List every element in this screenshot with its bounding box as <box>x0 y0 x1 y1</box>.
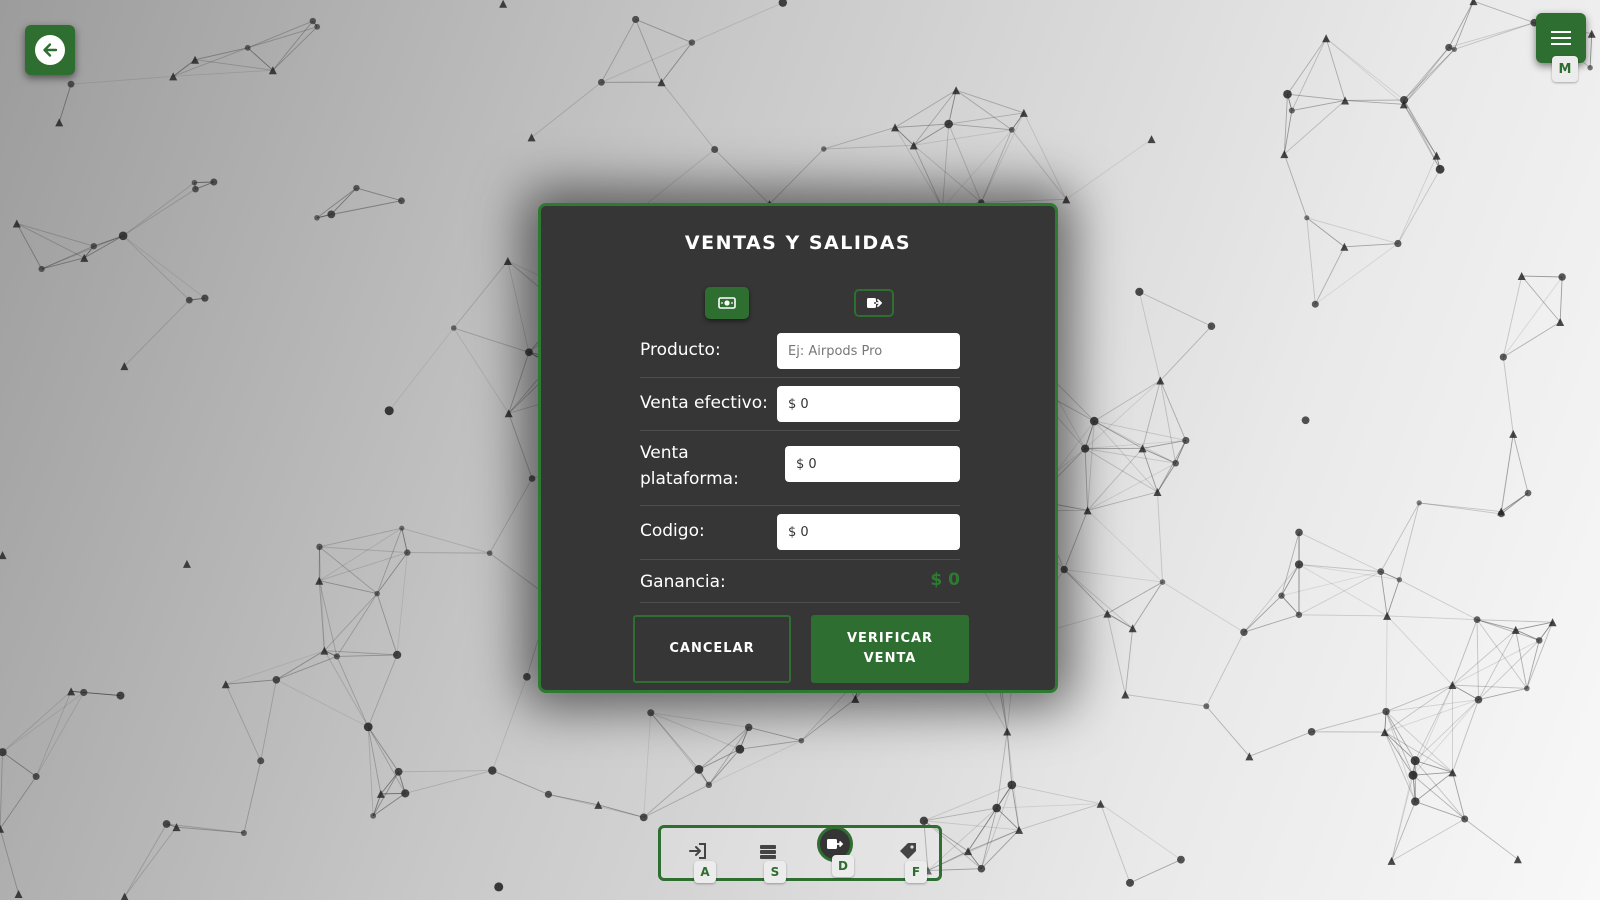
modal-title: VENTAS Y SALIDAS <box>684 232 912 254</box>
stack-icon <box>760 845 776 859</box>
sales-modal: VENTAS Y SALIDAS Producto: Venta efectiv… <box>538 203 1058 693</box>
cancel-button[interactable]: CANCELAR <box>633 615 791 683</box>
venta-efectivo-label: Venta efectivo: <box>640 393 768 413</box>
field-row-venta-plataforma: Venta plataforma: <box>640 439 960 506</box>
shortcut-badge-a: A <box>694 861 716 883</box>
arrow-left-icon <box>35 35 65 65</box>
venta-plataforma-input[interactable] <box>785 446 960 482</box>
hamburger-menu-icon <box>1551 31 1571 45</box>
field-row-ganancia: Ganancia: $ 0 <box>640 568 960 603</box>
back-button[interactable] <box>25 25 75 75</box>
codigo-label: Codigo: <box>640 521 705 541</box>
verify-sale-button[interactable]: VERIFICAR VENTA <box>811 615 969 683</box>
producto-input[interactable] <box>777 333 960 369</box>
venta-plataforma-label: Venta plataforma: <box>640 443 739 489</box>
shortcut-badge-s: S <box>764 861 786 883</box>
producto-label: Producto: <box>640 340 721 360</box>
shortcut-badge-f: F <box>905 861 927 883</box>
exit-icon <box>867 298 882 308</box>
mode-sales-button[interactable] <box>705 287 749 319</box>
ganancia-label: Ganancia: <box>640 572 726 592</box>
field-row-codigo: Codigo: <box>640 514 960 560</box>
bottom-nav-bar: A S D F <box>658 825 942 883</box>
codigo-input[interactable] <box>777 514 960 550</box>
menu-shortcut-badge: M <box>1552 56 1578 82</box>
mode-exit-button[interactable] <box>854 289 894 317</box>
ganancia-value: $ 0 <box>930 570 960 590</box>
exit-icon <box>827 839 844 849</box>
field-row-producto: Producto: <box>640 333 960 378</box>
shortcut-badge-d: D <box>832 855 854 877</box>
venta-efectivo-input[interactable] <box>777 386 960 422</box>
money-icon <box>718 297 736 309</box>
field-row-venta-efectivo: Venta efectivo: <box>640 386 960 431</box>
login-icon <box>689 843 706 859</box>
tag-icon <box>900 843 916 859</box>
